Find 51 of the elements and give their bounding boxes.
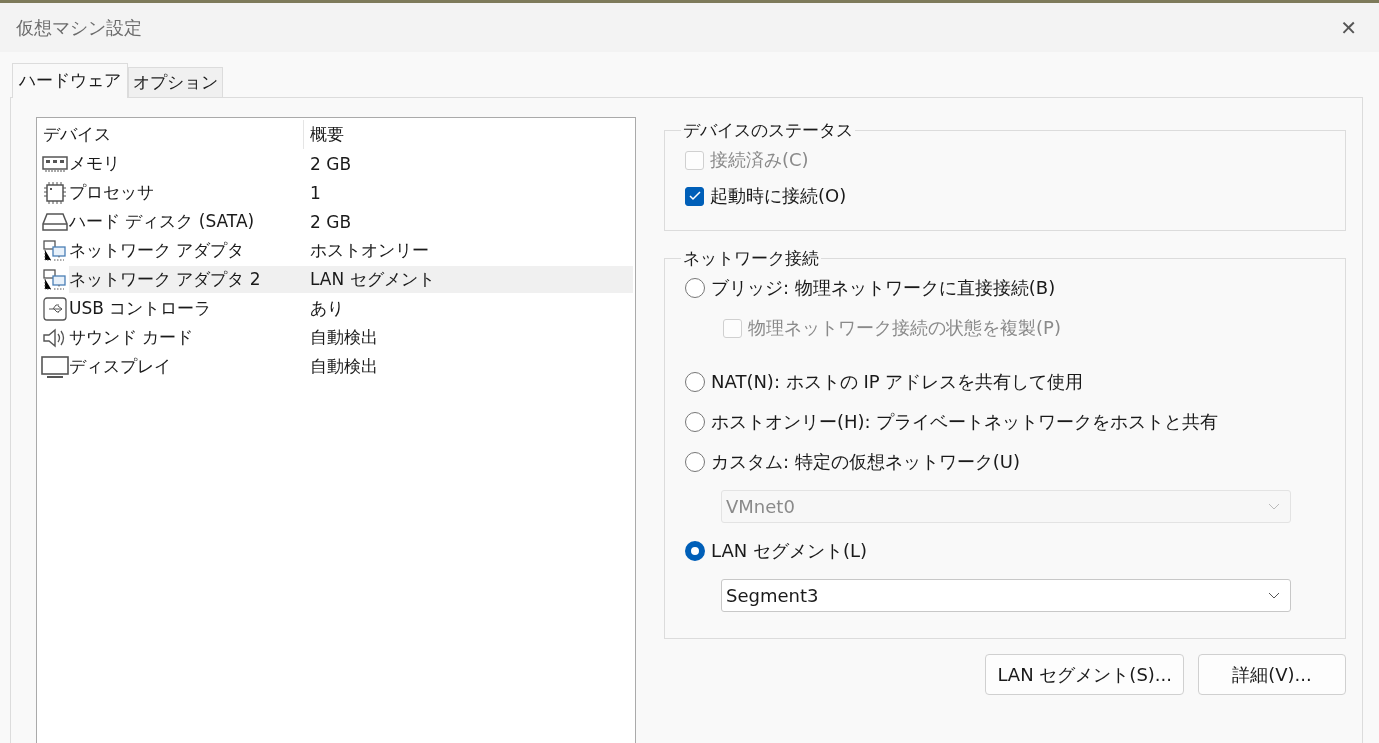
device-name[interactable]: ネットワーク アダプタ 2	[69, 266, 303, 293]
device-summary: あり	[309, 297, 345, 320]
column-header: 概要	[303, 120, 635, 149]
radio-label: ブリッジ: 物理ネットワークに直接接続(B)	[711, 276, 1056, 300]
close-button[interactable]: ✕	[1334, 15, 1363, 40]
dropdown[interactable]: Segment3	[721, 579, 1291, 612]
tab[interactable]: ハードウェア	[12, 63, 128, 98]
usb-icon	[41, 296, 69, 321]
device-summary: 1	[309, 181, 322, 205]
monitor-icon	[41, 354, 69, 379]
dialog-button[interactable]: 詳細(V)...	[1198, 654, 1346, 695]
checkbox[interactable]	[685, 186, 704, 206]
device-summary: LAN セグメント	[303, 266, 633, 293]
network-icon	[41, 267, 69, 292]
device-name[interactable]: USB コントローラ	[69, 295, 303, 322]
window-title: 仮想マシン設定	[16, 15, 142, 40]
radio-button[interactable]	[685, 412, 705, 432]
check-icon	[688, 191, 701, 201]
radio-button[interactable]	[685, 372, 705, 392]
dialog-button[interactable]: LAN セグメント(S)...	[985, 654, 1184, 695]
device-name[interactable]: ネットワーク アダプタ	[69, 237, 303, 264]
radio-button[interactable]	[685, 541, 705, 561]
chevron-down-icon	[1268, 502, 1280, 511]
device-summary: 自動検出	[309, 326, 379, 349]
column-header: デバイス	[42, 123, 112, 146]
device-name[interactable]: プロセッサ	[69, 179, 303, 206]
group-title: ネットワーク接続	[682, 247, 820, 270]
device-summary: ホストオンリー	[309, 239, 430, 262]
network-icon	[41, 238, 69, 263]
chevron-down-icon	[1268, 591, 1280, 600]
radio-button[interactable]	[685, 278, 705, 298]
device-summary: 自動検出	[309, 355, 379, 378]
checkbox-label: 物理ネットワーク接続の状態を複製(P)	[748, 316, 1061, 340]
dropdown-value: Segment3	[726, 585, 819, 606]
device-name[interactable]: ディスプレイ	[69, 353, 303, 380]
device-name[interactable]: サウンド カード	[69, 324, 303, 351]
device-name[interactable]: メモリ	[69, 150, 303, 177]
checkbox-label: 起動時に接続(O)	[710, 184, 847, 208]
radio-label: NAT(N): ホストの IP アドレスを共有して使用	[711, 370, 1084, 394]
radio-button[interactable]	[685, 452, 705, 472]
group-title: デバイスのステータス	[682, 119, 854, 142]
checkbox-label: 接続済み(C)	[710, 148, 809, 172]
device-summary: 2 GB	[309, 210, 353, 234]
device-name[interactable]: ハード ディスク (SATA)	[69, 208, 303, 235]
radio-label: ホストオンリー(H): プライベートネットワークをホストと共有	[711, 410, 1219, 434]
radio-label: カスタム: 特定の仮想ネットワーク(U)	[711, 450, 1020, 474]
tab[interactable]: オプション	[128, 67, 223, 98]
radio-label: LAN セグメント(L)	[711, 539, 867, 563]
dropdown-value: VMnet0	[726, 496, 795, 517]
chip-icon	[41, 180, 69, 205]
device-summary: 2 GB	[309, 152, 353, 176]
